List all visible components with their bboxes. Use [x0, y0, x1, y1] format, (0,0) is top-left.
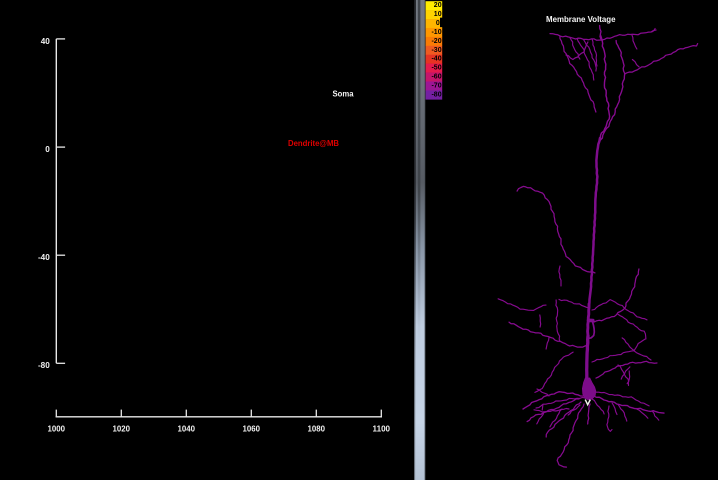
svg-text:1060: 1060	[243, 423, 261, 433]
svg-text:1000: 1000	[48, 423, 66, 433]
svg-text:-50: -50	[431, 65, 441, 72]
svg-text:-60: -60	[431, 74, 441, 81]
svg-text:-80: -80	[38, 361, 50, 370]
svg-text:-20: -20	[431, 38, 441, 45]
svg-text:0: 0	[436, 20, 440, 27]
svg-text:10: 10	[434, 11, 442, 18]
svg-text:20: 20	[434, 2, 442, 9]
svg-text:-10: -10	[431, 29, 441, 36]
svg-text:-40: -40	[431, 56, 441, 63]
svg-text:-40: -40	[38, 253, 50, 262]
svg-text:1020: 1020	[113, 423, 131, 433]
svg-text:1040: 1040	[178, 423, 196, 433]
svg-text:0: 0	[45, 145, 50, 154]
svg-text:40: 40	[41, 37, 51, 46]
svg-text:Membrane Voltage: Membrane Voltage	[546, 14, 616, 24]
svg-text:1100: 1100	[373, 423, 391, 433]
svg-text:Soma: Soma	[333, 90, 354, 99]
svg-text:-80: -80	[431, 91, 441, 98]
svg-text:1080: 1080	[308, 423, 326, 433]
svg-text:-70: -70	[431, 82, 441, 89]
svg-text:-30: -30	[431, 47, 441, 54]
svg-text:Dendrite@MB: Dendrite@MB	[288, 139, 339, 148]
